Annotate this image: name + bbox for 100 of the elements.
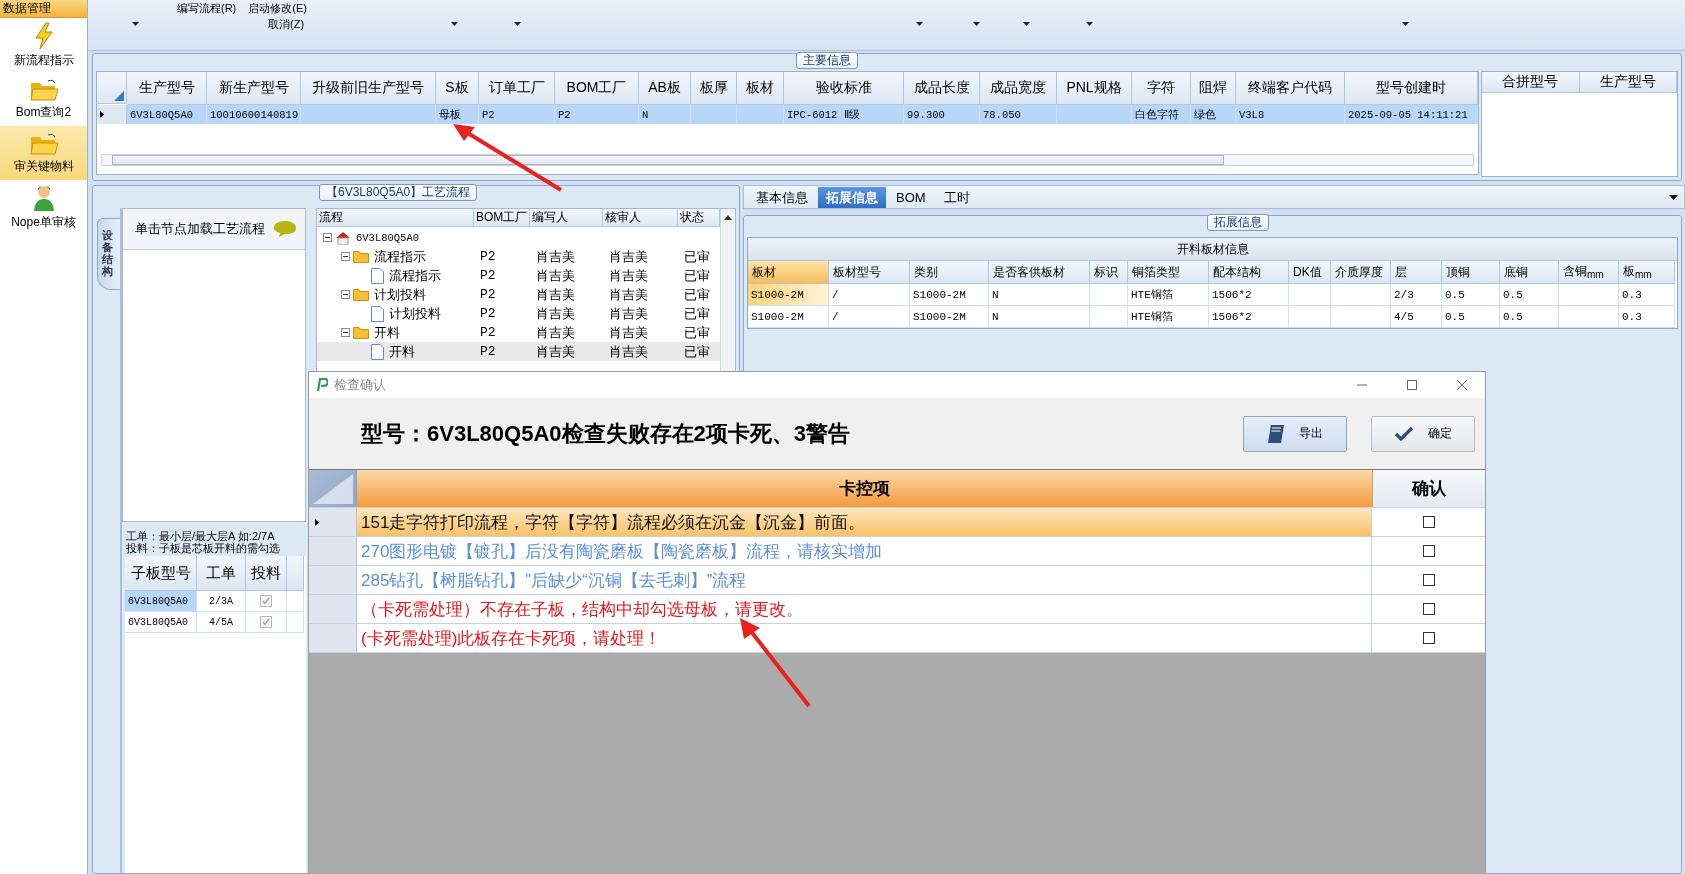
column-header[interactable]: 底铜: [1500, 261, 1559, 284]
column-header[interactable]: PNL规格: [1057, 72, 1132, 105]
column-header[interactable]: 编写人: [530, 209, 603, 227]
column-header[interactable]: 合拼型号: [1482, 72, 1580, 93]
column-header[interactable]: 确认: [1373, 470, 1485, 507]
table-cell-text: P2: [479, 305, 497, 323]
side-tab[interactable]: 设备结构: [97, 218, 120, 290]
column-header[interactable]: 升级前旧生产型号: [301, 72, 436, 105]
column-header[interactable]: 板厚: [691, 72, 737, 105]
column-header[interactable]: 流程: [317, 209, 474, 227]
column-header[interactable]: 配本结构: [1209, 261, 1289, 284]
column-header[interactable]: 介质厚度: [1331, 261, 1391, 284]
collapse-toggle-icon[interactable]: [341, 290, 350, 299]
checkbox[interactable]: [260, 595, 272, 607]
column-header[interactable]: 验收标准: [784, 72, 904, 105]
column-header[interactable]: 终端客户代码: [1236, 72, 1345, 105]
column-header[interactable]: S板: [436, 72, 479, 105]
dropdown-icon[interactable]: [1669, 194, 1678, 200]
ok-button[interactable]: 确定: [1371, 415, 1475, 452]
sidebar-item[interactable]: Nope单审核: [0, 180, 87, 234]
checkbox[interactable]: [260, 616, 272, 628]
column-header[interactable]: 层: [1391, 261, 1442, 284]
table-cell: 2/3: [1391, 284, 1442, 306]
sidebar-item[interactable]: 新流程指示: [0, 18, 87, 72]
column-header[interactable]: 顶铜: [1442, 261, 1500, 284]
table-cell-text: 已审: [683, 304, 711, 323]
column-header[interactable]: 阻焊: [1191, 72, 1236, 105]
menu-command[interactable]: 启动修改(E): [248, 1, 307, 16]
dropdown-caret-icon[interactable]: [973, 22, 980, 26]
tab[interactable]: BOM: [888, 187, 934, 208]
tree-node[interactable]: 流程指示: [387, 266, 443, 285]
table-cell: /: [829, 306, 910, 328]
column-header[interactable]: 型号创建时: [1345, 72, 1478, 105]
checkbox[interactable]: [1422, 545, 1435, 557]
checkbox[interactable]: [1422, 603, 1435, 615]
checkbox[interactable]: [1422, 574, 1435, 586]
tab[interactable]: 基本信息: [748, 187, 816, 208]
column-header[interactable]: 核审人: [603, 209, 678, 227]
collapse-toggle-icon[interactable]: [341, 252, 350, 261]
tree-node[interactable]: 开料: [387, 342, 417, 361]
column-header[interactable]: 新生产型号: [207, 72, 301, 105]
tab[interactable]: 工时: [935, 187, 978, 208]
column-header[interactable]: 板材: [748, 261, 829, 284]
dropdown-caret-icon[interactable]: [1402, 22, 1409, 26]
column-header[interactable]: 生产型号: [1579, 72, 1677, 93]
column-header[interactable]: 子板型号: [125, 556, 197, 591]
table-cell: N: [989, 306, 1090, 328]
menu-command[interactable]: 取消(Z): [268, 17, 324, 31]
checkmark-icon: [1394, 425, 1414, 442]
column-header[interactable]: 板材型号: [829, 261, 910, 284]
dropdown-caret-icon[interactable]: [1086, 22, 1093, 26]
scroll-up-icon[interactable]: [724, 215, 732, 220]
column-header[interactable]: 投料: [246, 556, 287, 591]
dropdown-caret-icon[interactable]: [132, 22, 139, 26]
tree-node[interactable]: 流程指示: [372, 247, 428, 266]
column-header[interactable]: 是否客供板材: [989, 261, 1090, 284]
column-header[interactable]: 板材: [737, 72, 784, 105]
checkbox[interactable]: [1422, 516, 1435, 528]
column-header[interactable]: 板$_{mm}$: [1619, 261, 1675, 284]
tree-node[interactable]: 6V3L80Q5A0: [354, 231, 421, 244]
dropdown-caret-icon[interactable]: [1023, 22, 1030, 26]
maximize-icon[interactable]: [1407, 380, 1417, 390]
checkbox[interactable]: [1422, 632, 1435, 644]
dropdown-caret-icon[interactable]: [916, 22, 923, 26]
column-header[interactable]: 状态: [678, 209, 720, 227]
column-header[interactable]: AB板: [639, 72, 691, 105]
column-header[interactable]: BOM工厂: [474, 209, 530, 227]
collapse-toggle-icon[interactable]: [341, 328, 350, 337]
table-cell: S1000-2M: [748, 306, 829, 328]
column-header[interactable]: 铜箔类型: [1128, 261, 1209, 284]
column-header[interactable]: 标识: [1090, 261, 1128, 284]
sidebar-item[interactable]: Bom查询2: [0, 72, 87, 126]
tab[interactable]: 拓展信息: [818, 187, 886, 208]
collapse-toggle-icon[interactable]: [323, 233, 332, 242]
column-header[interactable]: 订单工厂: [479, 72, 555, 105]
dropdown-caret-icon[interactable]: [451, 22, 458, 26]
scrollbar[interactable]: [101, 154, 1474, 166]
column-header[interactable]: 卡控项: [357, 470, 1373, 507]
column-header[interactable]: 成品宽度: [980, 72, 1057, 105]
table-cell-text: 肖吉美: [535, 285, 576, 304]
table-cell-text: P2: [479, 267, 497, 285]
column-header[interactable]: BOM工厂: [555, 72, 639, 105]
column-header[interactable]: 成品长度: [904, 72, 980, 105]
tree-node[interactable]: 计划投料: [387, 304, 443, 323]
close-icon[interactable]: [1457, 380, 1467, 390]
column-header[interactable]: 生产型号: [127, 72, 207, 105]
column-header[interactable]: 字符: [1132, 72, 1191, 105]
folder-icon: [28, 77, 59, 102]
column-header[interactable]: 工单: [197, 556, 246, 591]
sidebar-item[interactable]: 审关键物料: [0, 126, 87, 180]
tree-node[interactable]: 计划投料: [372, 285, 428, 304]
export-button[interactable]: 导出: [1243, 415, 1347, 452]
tree-node[interactable]: 开料: [372, 323, 402, 342]
menu-command[interactable]: 编写流程(R): [177, 1, 237, 16]
column-header[interactable]: 类别: [910, 261, 989, 284]
column-header[interactable]: DK值: [1289, 261, 1331, 284]
row-header[interactable]: [97, 105, 127, 124]
table-cell: N: [639, 105, 691, 124]
column-header[interactable]: 含铜$_{mm}$: [1559, 261, 1619, 284]
dropdown-caret-icon[interactable]: [514, 22, 521, 26]
